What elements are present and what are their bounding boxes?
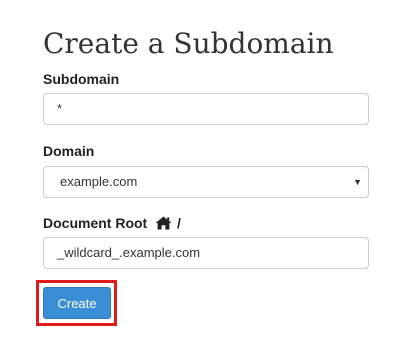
chevron-down-icon: ▼ <box>353 177 362 187</box>
document-root-input-value: _wildcard_.example.com <box>57 245 201 260</box>
document-root-label-text: Document Root <box>43 215 148 231</box>
subdomain-input-value: * <box>57 101 63 116</box>
domain-select-value: example.com <box>60 174 138 189</box>
document-root-input[interactable]: _wildcard_.example.com <box>43 237 369 269</box>
subdomain-input[interactable]: * <box>43 93 369 125</box>
domain-label: Domain <box>43 143 95 159</box>
subdomain-label: Subdomain <box>43 71 120 87</box>
create-button[interactable]: Create <box>43 287 111 319</box>
home-icon <box>155 215 172 235</box>
document-root-label: Document Root / <box>43 213 181 235</box>
document-root-slash: / <box>177 215 181 231</box>
domain-select[interactable]: example.com ▼ <box>43 166 369 198</box>
page-title: Create a Subdomain <box>43 27 334 60</box>
create-subdomain-page: Create a Subdomain Subdomain * Domain ex… <box>0 0 418 354</box>
